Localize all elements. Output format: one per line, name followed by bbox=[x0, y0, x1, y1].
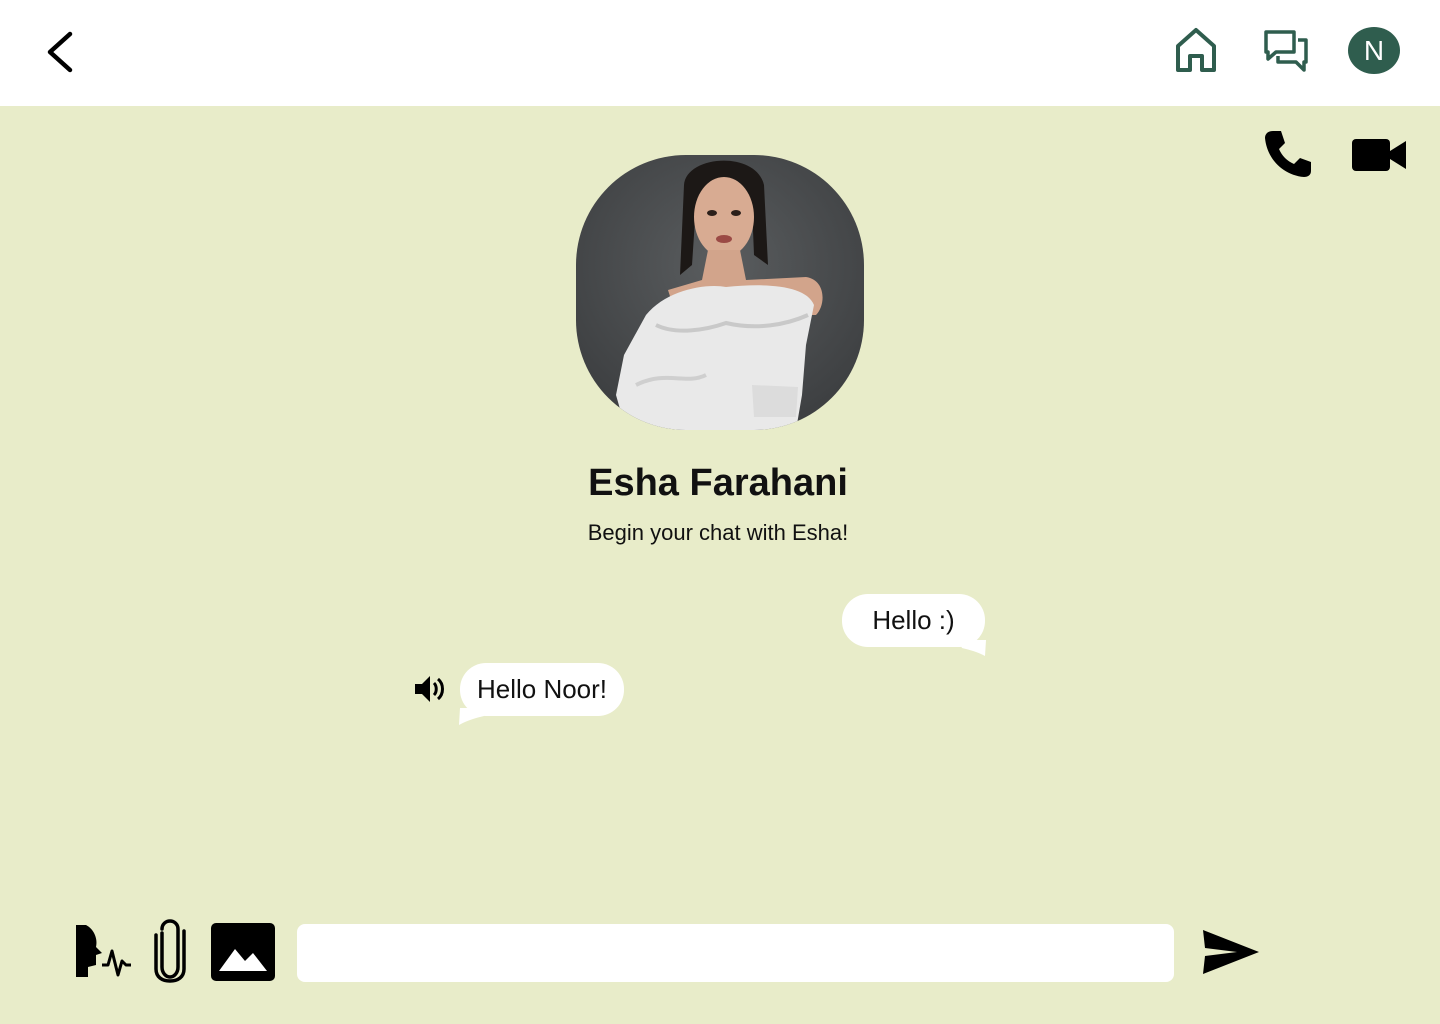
chat-bubbles-icon bbox=[1264, 30, 1308, 72]
bubble-tail bbox=[958, 640, 986, 656]
messages-button[interactable] bbox=[1260, 24, 1312, 76]
top-bar: N bbox=[0, 0, 1440, 106]
paperclip-icon bbox=[154, 919, 186, 983]
attach-button[interactable] bbox=[150, 918, 190, 984]
home-button[interactable] bbox=[1172, 24, 1220, 76]
chat-intro-text: Begin your chat with Esha! bbox=[587, 520, 849, 545]
video-camera-icon bbox=[1352, 139, 1406, 171]
play-audio-button[interactable] bbox=[412, 672, 450, 706]
phone-icon bbox=[1265, 131, 1311, 177]
avatar-initial: N bbox=[1363, 34, 1385, 66]
voice-message-button[interactable] bbox=[74, 920, 134, 982]
chevron-left-icon bbox=[47, 31, 73, 73]
voice-call-button[interactable] bbox=[1262, 128, 1314, 180]
back-button[interactable] bbox=[36, 28, 84, 76]
user-avatar[interactable]: N bbox=[1348, 27, 1400, 74]
send-icon bbox=[1203, 930, 1259, 974]
voice-wave-icon bbox=[76, 925, 131, 977]
send-button[interactable] bbox=[1200, 924, 1260, 980]
message-text: Hello Noor! bbox=[476, 674, 608, 704]
image-icon bbox=[211, 923, 275, 981]
home-icon bbox=[1176, 28, 1216, 72]
bubble-tail bbox=[459, 708, 488, 725]
contact-profile-photo bbox=[576, 155, 864, 430]
contact-name: Esha Farahani bbox=[588, 462, 848, 504]
message-input[interactable] bbox=[297, 924, 1174, 982]
image-upload-button[interactable] bbox=[210, 922, 276, 982]
message-text: Hello :) bbox=[872, 605, 955, 635]
speaker-icon bbox=[415, 676, 444, 702]
video-call-button[interactable] bbox=[1350, 132, 1408, 178]
